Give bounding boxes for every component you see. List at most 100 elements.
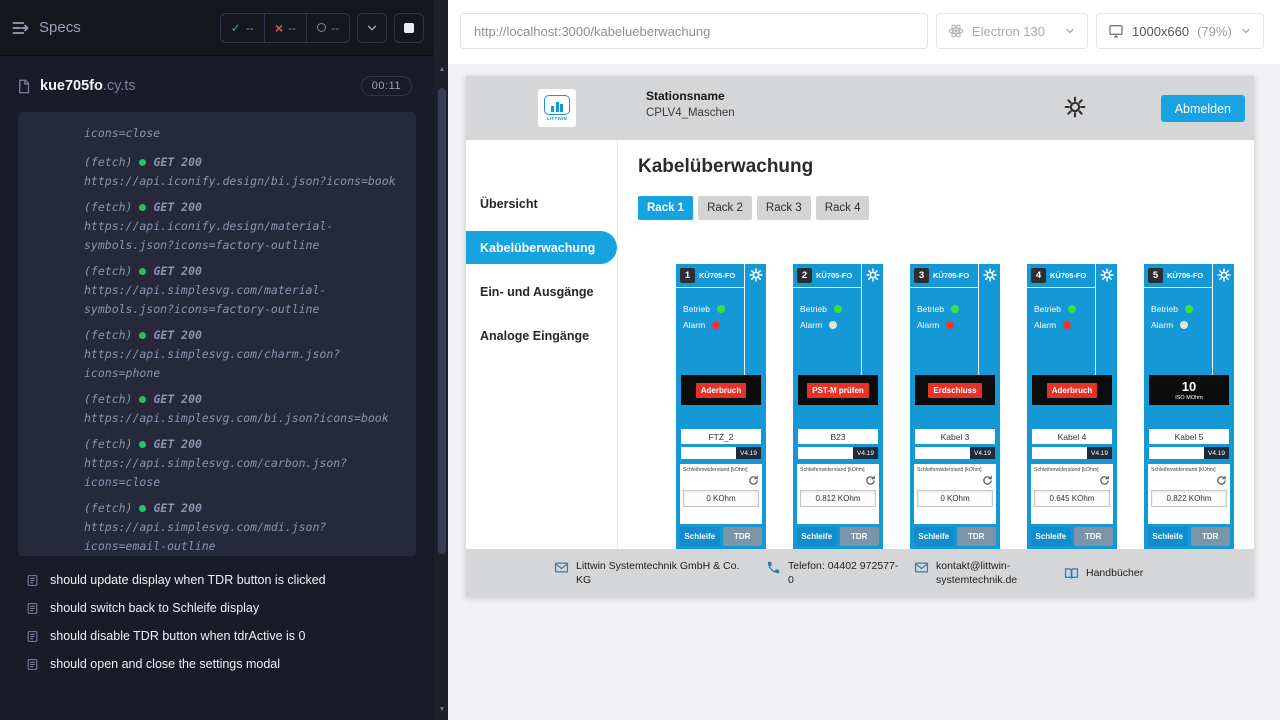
card-settings-gear-icon[interactable]	[1217, 268, 1231, 282]
mail-icon	[554, 560, 569, 575]
scroll-up-icon[interactable]: ▲	[435, 62, 449, 76]
footer-email: kontakt@littwin-systemtechnik.de	[914, 559, 1028, 587]
footer-email-text[interactable]: kontakt@littwin-systemtechnik.de	[936, 559, 1028, 587]
log-status: GET 200	[153, 326, 201, 345]
alarm-led-row: Alarm	[1034, 320, 1071, 330]
device-card: 1 KÜ705-FO Betrieb Alarm Aderbruch FTZ_2…	[676, 264, 766, 549]
tdr-button[interactable]: TDR	[957, 527, 997, 546]
alarm-led-row: Alarm	[683, 320, 720, 330]
betrieb-led-row: Betrieb	[1034, 304, 1076, 314]
chevron-down-icon	[1064, 25, 1076, 37]
alarm-label: Alarm	[917, 320, 939, 330]
alarm-label: Alarm	[800, 320, 822, 330]
sidebar-item-ein-und-ausgaenge[interactable]: Ein- und Ausgänge	[466, 275, 617, 308]
card-settings-gear-icon[interactable]	[866, 268, 880, 282]
tab-rack-4[interactable]: Rack 4	[816, 196, 870, 220]
command-log[interactable]: icons=close (fetch)GET 200 https://api.i…	[18, 112, 416, 556]
stat-passed-count: --	[246, 21, 254, 35]
spec-ext: .cy.ts	[103, 78, 136, 94]
app-footer: Littwin Systemtechnik GmbH & Co. KG Tele…	[466, 549, 1254, 597]
test-icon	[26, 602, 39, 615]
card-buttons: Schleife TDR	[1031, 527, 1113, 546]
scroll-down-icon[interactable]: ▼	[435, 702, 449, 716]
browser-selector[interactable]: Electron 130	[936, 13, 1088, 49]
version-row: V4.19	[681, 447, 761, 459]
schleife-button[interactable]: Schleife	[914, 527, 954, 546]
scrollbar-thumb[interactable]	[438, 88, 446, 554]
logo-word: LITTWIN	[547, 116, 567, 121]
log-url: https://api.simplesvg.com/charm.json?ico…	[84, 345, 402, 383]
browser-name: Electron 130	[972, 24, 1045, 39]
refresh-icon[interactable]	[1216, 475, 1227, 486]
betrieb-led-row: Betrieb	[1151, 304, 1193, 314]
logout-button[interactable]: Abmelden	[1161, 95, 1245, 122]
tab-rack-1[interactable]: Rack 1	[638, 196, 693, 220]
betrieb-led-row: Betrieb	[917, 304, 959, 314]
viewport-selector[interactable]: 1000x660 (79%)	[1096, 13, 1264, 49]
panel-scrollbar[interactable]: ▲ ▼	[434, 0, 448, 720]
chevron-down-icon	[1240, 25, 1252, 37]
cable-name: FTZ_2	[681, 429, 761, 444]
test-item[interactable]: should switch back to Schleife display	[26, 594, 410, 622]
refresh-icon[interactable]	[865, 475, 876, 486]
spec-name[interactable]: kue705fo	[40, 78, 103, 94]
footer-company: Littwin Systemtechnik GmbH & Co. KG	[554, 559, 754, 587]
tdr-button[interactable]: TDR	[723, 527, 763, 546]
log-entry[interactable]: (fetch)GET 200 https://api.simplesvg.com…	[84, 499, 402, 556]
schleife-button[interactable]: Schleife	[1148, 527, 1188, 546]
log-entry[interactable]: (fetch)GET 200 https://api.iconify.desig…	[84, 198, 402, 255]
tab-rack-3[interactable]: Rack 3	[757, 196, 811, 220]
betrieb-led-icon	[717, 305, 725, 313]
status-badge: Erdschluss	[928, 383, 981, 398]
test-item[interactable]: should update display when TDR button is…	[26, 566, 410, 594]
betrieb-led-row: Betrieb	[800, 304, 842, 314]
stop-button[interactable]	[394, 13, 424, 43]
card-model: KÜ705-FO	[1050, 271, 1086, 280]
sidebar-item-analoge-eingaenge[interactable]: Analoge Eingänge	[466, 319, 617, 352]
card-settings-gear-icon[interactable]	[1100, 268, 1114, 282]
sidebar-item-uebersicht[interactable]: Übersicht	[466, 187, 617, 220]
tdr-button[interactable]: TDR	[1074, 527, 1114, 546]
schleife-button[interactable]: Schleife	[680, 527, 720, 546]
version-badge: V4.19	[853, 447, 878, 459]
log-url: https://api.iconify.design/material-symb…	[84, 217, 402, 255]
log-entry[interactable]: (fetch)GET 200 https://api.simplesvg.com…	[84, 435, 402, 492]
cypress-topbar: Specs ✓ -- × -- --	[0, 0, 434, 56]
tdr-button[interactable]: TDR	[1191, 527, 1231, 546]
tab-rack-2[interactable]: Rack 2	[698, 196, 752, 220]
log-url: https://api.iconify.design/bi.json?icons…	[84, 172, 402, 191]
log-url: https://api.simplesvg.com/mdi.json?icons…	[84, 518, 402, 556]
browser-toolbar: http://localhost:3000/kabelueberwachung …	[448, 0, 1280, 64]
log-entry[interactable]: (fetch)GET 200 https://api.simplesvg.com…	[84, 326, 402, 383]
card-model: KÜ705-FO	[816, 271, 852, 280]
test-item[interactable]: should disable TDR button when tdrActive…	[26, 622, 410, 650]
schleife-button[interactable]: Schleife	[797, 527, 837, 546]
log-entry[interactable]: (fetch)GET 200 https://api.simplesvg.com…	[84, 390, 402, 428]
chevron-down-icon	[365, 21, 379, 35]
spec-timer: 00:11	[361, 76, 412, 96]
schleife-button[interactable]: Schleife	[1031, 527, 1071, 546]
card-settings-gear-icon[interactable]	[749, 268, 763, 282]
settings-gear-icon[interactable]	[1064, 96, 1086, 118]
specs-button[interactable]: Specs	[10, 18, 81, 38]
check-icon: ✓	[231, 21, 241, 35]
refresh-icon[interactable]	[1099, 475, 1110, 486]
app-body: Übersicht Kabelüberwachung Ein- und Ausg…	[466, 140, 1254, 549]
footer-manuals[interactable]: Handbücher	[1064, 565, 1143, 581]
tdr-button[interactable]: TDR	[840, 527, 880, 546]
log-status: GET 200	[153, 435, 201, 454]
log-url: https://api.simplesvg.com/bi.json?icons=…	[84, 409, 402, 428]
collapse-button[interactable]	[357, 13, 387, 43]
card-settings-gear-icon[interactable]	[983, 268, 997, 282]
success-dot-icon	[139, 441, 146, 448]
device-cards: 1 KÜ705-FO Betrieb Alarm Aderbruch FTZ_2…	[676, 264, 1234, 549]
log-entry[interactable]: (fetch)GET 200 https://api.iconify.desig…	[84, 153, 402, 191]
refresh-icon[interactable]	[982, 475, 993, 486]
log-entry[interactable]: (fetch)GET 200 https://api.simplesvg.com…	[84, 262, 402, 319]
betrieb-label: Betrieb	[1151, 304, 1178, 314]
url-input[interactable]: http://localhost:3000/kabelueberwachung	[460, 13, 928, 49]
betrieb-led-icon	[951, 305, 959, 313]
test-item[interactable]: should open and close the settings modal	[26, 650, 410, 678]
refresh-icon[interactable]	[748, 475, 759, 486]
sidebar-item-kabelueberwachung[interactable]: Kabelüberwachung	[466, 231, 617, 264]
